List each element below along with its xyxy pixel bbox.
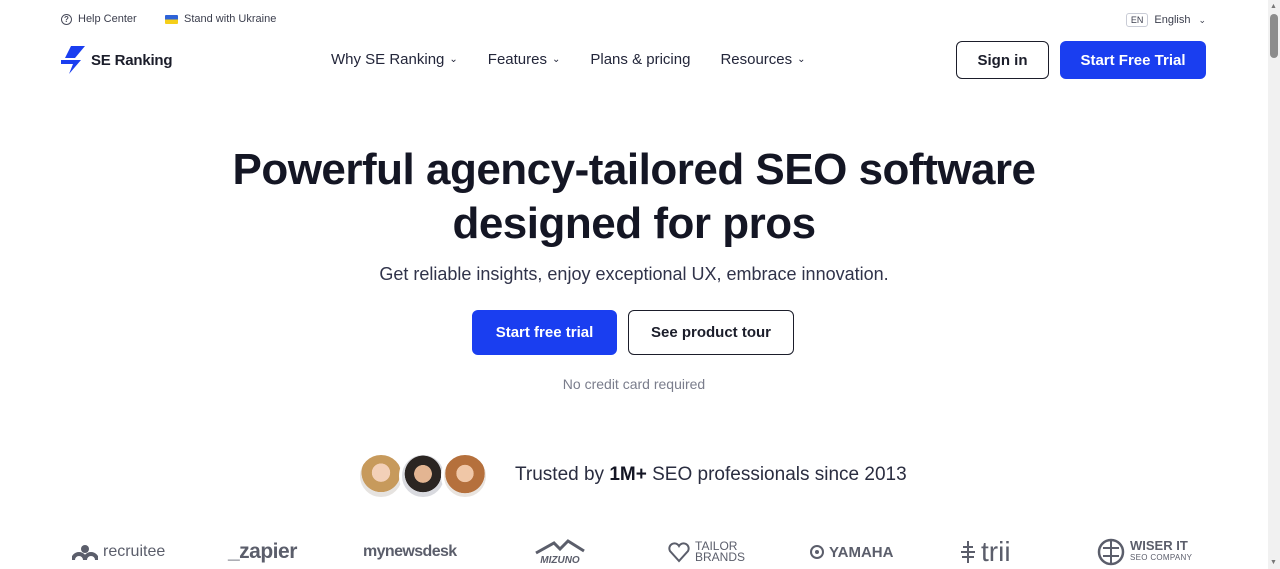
chevron-down-icon: ⌄ [797,54,806,65]
mizuno-runbird-icon [535,538,585,554]
mynewsdesk-logo: mynewsdesk [363,532,457,569]
main-navigation: SE Ranking Why SE Ranking ⌄ Features ⌄ P… [61,41,1206,79]
nav-item-resources[interactable]: Resources ⌄ [720,51,805,68]
trust-statement: Trusted by 1M+ SEO professionals since 2… [515,464,907,486]
stand-with-ukraine-label: Stand with Ukraine [184,13,277,25]
nav-item-label: Resources [720,51,793,68]
help-center-link[interactable]: ? Help Center [61,13,137,25]
recruitee-logo: recruitee [72,532,165,569]
avatar [399,452,447,500]
yamaha-tuning-fork-icon [810,545,824,559]
trii-logo: trii [960,532,1011,569]
start-free-trial-button[interactable]: Start Free Trial [1060,41,1206,79]
scroll-down-arrow-icon[interactable]: ▼ [1270,559,1277,566]
yamaha-logo: YAMAHA [810,532,893,569]
chevron-down-icon: ⌄ [1198,14,1206,25]
nav-item-plans-pricing[interactable]: Plans & pricing [590,51,690,68]
avatar [357,452,405,500]
wiser-text-line2: SEO COMPANY [1130,553,1193,562]
hero-title-line2: designed for pros [452,199,816,248]
tailor-heart-icon [668,542,690,563]
chevron-down-icon: ⌄ [551,54,561,65]
wiser-it-logo: WISER IT SEO COMPANY [1097,532,1192,569]
utility-bar: ? Help Center Stand with Ukraine EN Engl… [61,13,1206,29]
help-circle-icon: ? [61,13,72,25]
trust-highlight: 1M+ [609,464,647,485]
nav-item-label: Features [487,51,547,68]
avatar [441,452,489,500]
logo-text: SE Ranking [91,51,173,69]
tailor-text-line2: BRANDS [695,550,746,564]
mizuno-logo: MIZUNO [534,532,586,569]
nav-item-why-se-ranking[interactable]: Why SE Ranking ⌄ [331,51,458,68]
hero-title-line1: Powerful agency-tailored SEO software [232,145,1036,194]
recruitee-text: recruitee [103,543,166,560]
hero-title: Powerful agency-tailored SEO software de… [0,143,1268,251]
mynewsdesk-text: mynewsdesk [363,543,457,560]
page-scrollbar[interactable]: ▲ ▼ [1268,0,1280,569]
mizuno-text: MIZUNO [540,554,580,566]
nav-menu: Why SE Ranking ⌄ Features ⌄ Plans & pric… [331,51,806,68]
sign-in-button[interactable]: Sign in [956,41,1049,79]
trii-text: trii [981,536,1011,567]
language-label: English [1154,14,1191,26]
zapier-text: _zapier [228,540,297,563]
nav-item-label: Why SE Ranking [331,51,445,68]
nav-item-label: Plans & pricing [590,51,691,68]
language-selector[interactable]: EN English ⌄ [1125,13,1206,27]
scrollbar-thumb[interactable] [1270,14,1278,58]
se-ranking-logo[interactable]: SE Ranking [61,46,173,74]
help-center-label: Help Center [78,13,137,25]
scroll-up-arrow-icon[interactable]: ▲ [1270,3,1277,10]
nav-item-features[interactable]: Features ⌄ [488,51,561,68]
trust-suffix: SEO professionals since 2013 [646,464,907,485]
client-logos: recruitee _zapier mynewsdesk MIZUNO TAIL… [60,532,1210,569]
wiser-brain-icon [1097,538,1125,566]
stand-with-ukraine-link[interactable]: Stand with Ukraine [165,13,276,25]
zapier-logo: _zapier [228,532,297,569]
trii-tree-icon [961,541,975,563]
wiser-text-line1: WISER IT [1130,538,1188,553]
chevron-down-icon: ⌄ [449,54,458,65]
no-credit-card-note: No credit card required [562,376,706,392]
hero-subtitle: Get reliable insights, enjoy exceptional… [379,264,889,284]
tailor-brands-logo: TAILOR BRANDS [668,532,745,569]
see-product-tour-button[interactable]: See product tour [628,310,794,355]
trust-prefix: Trusted by [515,464,610,485]
recruitee-mark-icon [72,545,98,560]
start-free-trial-cta[interactable]: Start free trial [472,310,617,355]
yamaha-text: YAMAHA [829,543,894,561]
language-code-badge: EN [1125,13,1149,27]
ukraine-flag-icon [165,14,178,24]
se-ranking-logo-icon [61,46,85,74]
